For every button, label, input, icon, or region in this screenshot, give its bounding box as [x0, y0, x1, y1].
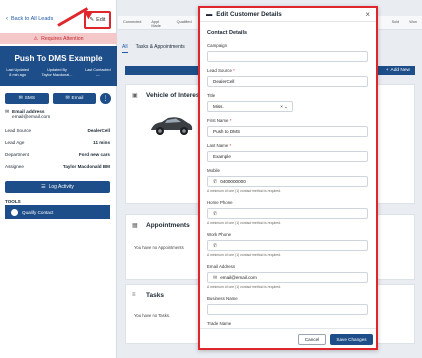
- plus-icon: +: [385, 68, 389, 73]
- phone-icon: ✆: [213, 242, 218, 249]
- home-phone-input[interactable]: ✆: [207, 208, 368, 219]
- more-vertical-icon: ⋮: [102, 96, 109, 102]
- calendar-icon: ▦: [132, 223, 138, 229]
- last-name-label: Last Name *: [207, 143, 232, 148]
- lead-source-label: Lead Source *: [207, 68, 235, 73]
- title-select[interactable]: Miss. × ⌄: [207, 101, 293, 112]
- home-phone-label: Home Phone: [207, 200, 233, 205]
- campaign-label: Campaign: [207, 43, 228, 48]
- business-name-input[interactable]: [207, 304, 368, 315]
- status-tab[interactable]: Sold: [387, 16, 405, 29]
- contact-hint: A minimum of one (1) contact method is r…: [207, 253, 282, 257]
- check-icon: [11, 208, 18, 216]
- first-name-label: First Name *: [207, 118, 232, 123]
- first-name-input[interactable]: Push to DMS: [207, 126, 368, 137]
- lead-field: Lead Age 11 mins: [5, 140, 110, 145]
- car-icon: ▣: [132, 93, 138, 99]
- trade-name-label: Trade Name: [207, 321, 232, 326]
- email-value[interactable]: email@email.com: [12, 115, 50, 120]
- contact-buttons: ✉ SMS ✉ Email ⋮: [5, 93, 111, 104]
- phone-icon: ✆: [213, 178, 218, 185]
- email-label: Email Address: [207, 264, 236, 269]
- status-tab[interactable]: Appt Made: [146, 16, 171, 29]
- sms-button[interactable]: ✉ SMS: [5, 93, 49, 104]
- work-phone-label: Work Phone: [207, 232, 232, 237]
- lead-field: Assignee Taylor Macdonald BM: [5, 164, 110, 169]
- modal-header: ▬ Edit Customer Details: [200, 8, 376, 22]
- campaign-input[interactable]: [207, 51, 368, 62]
- back-link[interactable]: ‹ Back to All Leads: [6, 16, 53, 22]
- clear-chevron-icon: × ⌄: [280, 103, 288, 109]
- title-label: Title: [207, 93, 216, 98]
- contact-hint: A minimum of one (1) contact method is r…: [207, 221, 282, 225]
- lead-name: Push To DMS Example: [14, 54, 103, 63]
- tab-tasks-appointments[interactable]: Tasks & Appointments: [136, 44, 185, 53]
- vehicle-image: [151, 117, 193, 135]
- modal-footer: Cancel Save Changes: [200, 328, 376, 348]
- mail-icon: ✉: [65, 96, 70, 101]
- app-page: Connected Appt Made Qualified Sold Won ‹…: [0, 0, 422, 358]
- status-tab[interactable]: Qualified: [172, 16, 197, 29]
- back-label: Back to All Leads: [11, 16, 54, 22]
- lead-header: Push To DMS Example Last Updated 8 min ag…: [0, 46, 117, 86]
- lead-sidebar: ‹ Back to All Leads ✎ Edit ⚠ Requires At…: [0, 0, 117, 358]
- briefcase-icon: ▬: [206, 11, 213, 18]
- mobile-input[interactable]: ✆ 0400000000: [207, 176, 368, 187]
- business-name-label: Business Name: [207, 296, 238, 301]
- last-name-input[interactable]: Example: [207, 151, 368, 162]
- lead-field: Lead Source DealerCell: [5, 128, 110, 133]
- requires-attention-banner: ⚠ Requires Attention: [0, 33, 117, 44]
- edit-label: Edit: [96, 17, 106, 23]
- chevron-left-icon: ‹: [6, 16, 8, 22]
- email-button[interactable]: ✉ Email: [52, 93, 97, 104]
- contact-hint: A minimum of one (1) contact method is r…: [207, 285, 282, 289]
- email-input[interactable]: ✉ email@email.com: [207, 272, 368, 283]
- appointments-title: Appointments: [146, 222, 190, 229]
- status-tab[interactable]: Won: [404, 16, 422, 29]
- more-options-button[interactable]: ⋮: [100, 93, 111, 104]
- mobile-label: Mobile: [207, 168, 220, 173]
- tasks-title: Tasks: [146, 292, 164, 299]
- contact-hint: A minimum of one (1) contact method is r…: [207, 189, 282, 193]
- log-icon: ☰: [41, 184, 46, 190]
- add-new-button[interactable]: + Add New: [386, 66, 410, 75]
- mail-icon: ✉: [5, 110, 10, 115]
- tasks-empty: You have no Tasks.: [134, 313, 171, 318]
- vehicle-title: Vehicle of Interest: [146, 92, 202, 99]
- cancel-button[interactable]: Cancel: [298, 334, 326, 345]
- log-activity-button[interactable]: ☰ Log Activity: [5, 181, 110, 193]
- phone-icon: ✆: [213, 210, 218, 217]
- section-heading: Contact Details: [207, 30, 248, 36]
- lead-field: Department Ford new cars: [5, 152, 110, 157]
- tool-qualify-contact[interactable]: Qualify Contact: [5, 205, 110, 219]
- modal-title: Edit Customer Details: [216, 11, 282, 18]
- meta-item: Last Updated 8 min ago: [6, 68, 29, 78]
- lead-meta: Last Updated 8 min ago Updated By Taylor M…: [0, 68, 117, 78]
- warning-icon: ⚠: [33, 35, 39, 42]
- edit-customer-modal: ▬ Edit Customer Details × Contact Detail…: [198, 6, 378, 350]
- email-info: ✉ Email address email@email.com: [5, 110, 50, 120]
- close-icon[interactable]: ×: [365, 10, 370, 19]
- chat-icon: ✉: [18, 96, 23, 101]
- meta-item: Updated By Taylor Macdonal...: [41, 68, 73, 78]
- tab-all[interactable]: All: [122, 44, 128, 53]
- tools-heading: TOOLS: [5, 199, 21, 204]
- work-phone-input[interactable]: ✆: [207, 240, 368, 251]
- list-icon: ≡: [132, 292, 136, 298]
- requires-attention-label: Requires Attention: [41, 35, 84, 42]
- status-tab[interactable]: Connected: [118, 16, 146, 29]
- lead-source-input[interactable]: DealerCell: [207, 76, 368, 87]
- save-changes-button[interactable]: Save Changes: [330, 334, 373, 345]
- content-tabs: All Tasks & Appointments: [122, 44, 185, 53]
- appointments-empty: You have no Appointments: [134, 245, 184, 250]
- mail-icon: ✉: [213, 274, 218, 281]
- meta-item: Last Contacted ---: [85, 68, 111, 78]
